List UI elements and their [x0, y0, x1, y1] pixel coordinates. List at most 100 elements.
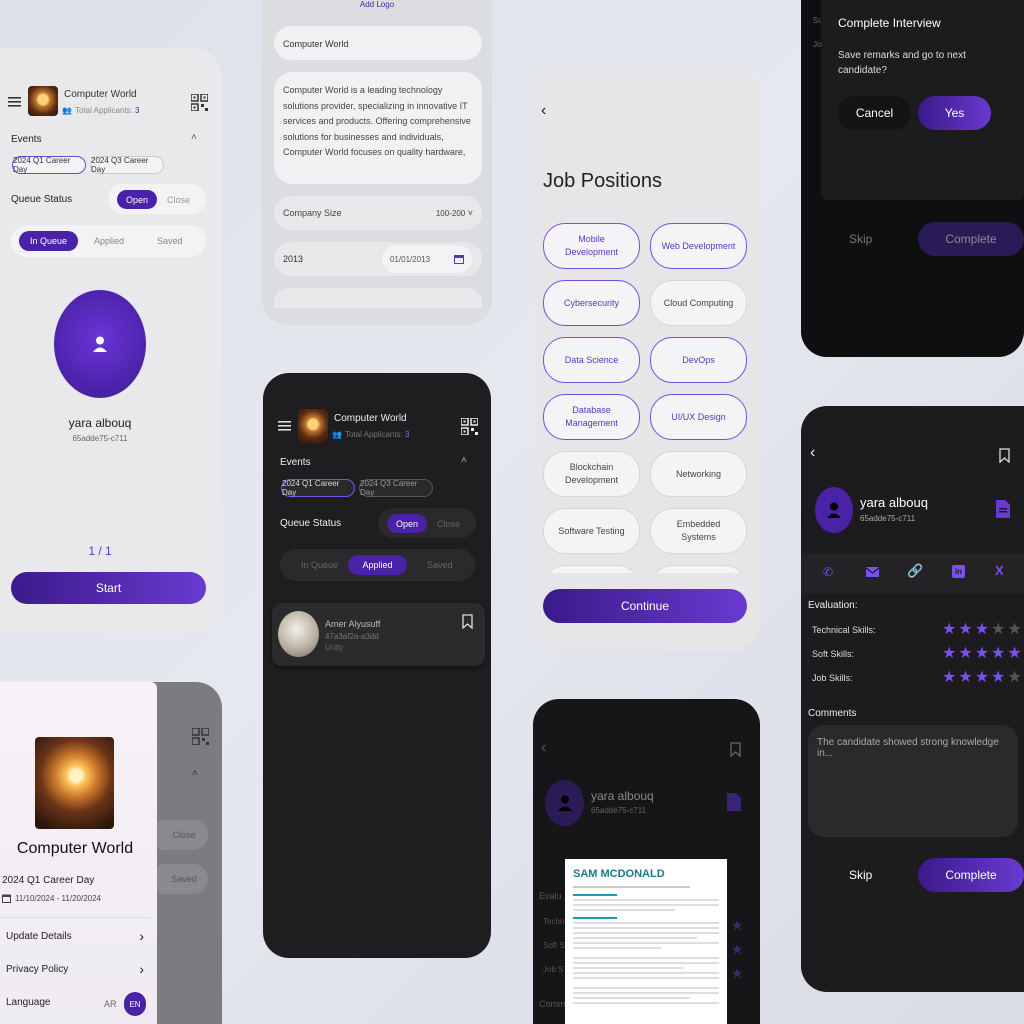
- company-size-select[interactable]: Company Size 100-200 ˅: [274, 196, 482, 230]
- qr-code-icon[interactable]: [191, 94, 208, 111]
- position-chip[interactable]: Web Development: [650, 223, 747, 269]
- bookmark-icon[interactable]: [999, 448, 1010, 463]
- menu-icon[interactable]: [278, 421, 291, 431]
- star-filled-icon[interactable]: ★: [958, 622, 972, 638]
- resume-file-icon[interactable]: [727, 793, 741, 811]
- position-chip[interactable]: Cloud Computing: [650, 280, 747, 326]
- linkedin-icon[interactable]: in: [952, 565, 965, 578]
- chevron-down-icon: ˅: [467, 208, 473, 218]
- applicants-count: 3: [405, 430, 410, 439]
- year-value: 2013: [283, 254, 304, 264]
- tab-in-queue[interactable]: In Queue: [301, 560, 338, 570]
- position-chip[interactable]: Database Management: [543, 394, 640, 440]
- star-empty-icon[interactable]: ★: [1007, 622, 1021, 638]
- star-empty-icon[interactable]: ★: [1007, 670, 1021, 686]
- bg-label: Job S: [543, 965, 564, 974]
- applicant-card[interactable]: Amer Alyusuff 47a3af2a-a3dd Unity: [272, 603, 485, 666]
- tab-applied[interactable]: Applied: [348, 555, 407, 575]
- star-filled-icon[interactable]: ★: [942, 646, 956, 662]
- candidate-id: 65adde75-c711: [72, 434, 128, 443]
- tab-saved[interactable]: Saved: [157, 236, 183, 246]
- skip-button[interactable]: Skip: [849, 868, 872, 882]
- candidate-id: 65adde75-c711: [860, 514, 916, 523]
- calendar-icon: [454, 255, 464, 264]
- position-chip[interactable]: DevOps: [650, 337, 747, 383]
- position-chip[interactable]: UI/UX Design: [650, 394, 747, 440]
- lang-ar-option[interactable]: AR: [104, 999, 117, 1009]
- bookmark-icon[interactable]: [730, 742, 741, 757]
- bookmark-icon[interactable]: [462, 614, 473, 629]
- star-filled-icon[interactable]: ★: [991, 670, 1005, 686]
- tab-in-queue[interactable]: In Queue: [19, 231, 78, 251]
- star-filled-icon[interactable]: ★: [975, 646, 989, 662]
- tab-saved[interactable]: Saved: [427, 560, 453, 570]
- company-name-field[interactable]: Computer World: [274, 26, 482, 60]
- date-picker[interactable]: 01/01/2013: [382, 245, 472, 273]
- bg-saved-tab: Saved: [150, 864, 208, 894]
- calendar-icon: [2, 894, 11, 903]
- star-filled-icon[interactable]: ★: [942, 622, 956, 638]
- company-name: Computer World: [64, 89, 137, 100]
- star-empty-icon[interactable]: ★: [991, 622, 1005, 638]
- event-chip-q1[interactable]: 2024 Q1 Career Day: [281, 479, 355, 497]
- star-rating[interactable]: ★ ★ ★ ★ ★: [942, 670, 1024, 686]
- skip-button[interactable]: Skip: [849, 232, 872, 246]
- continue-button[interactable]: Continue: [543, 589, 747, 623]
- star-rating[interactable]: ★ ★ ★ ★ ★: [942, 622, 1024, 638]
- position-chip[interactable]: Mobile Development: [543, 223, 640, 269]
- star-filled-icon[interactable]: ★: [958, 670, 972, 686]
- tab-applied[interactable]: Applied: [94, 236, 124, 246]
- chevron-up-icon[interactable]: ˄: [461, 455, 467, 466]
- menu-item-update-details[interactable]: Update Details ›: [6, 928, 144, 944]
- chevron-up-icon: ˄: [192, 768, 198, 779]
- start-button[interactable]: Start: [11, 572, 206, 604]
- queue-status-label: Queue Status: [11, 194, 73, 205]
- star-filled-icon[interactable]: ★: [991, 646, 1005, 662]
- complete-button[interactable]: Complete: [918, 858, 1024, 892]
- complete-button[interactable]: Complete: [918, 222, 1024, 256]
- open-toggle[interactable]: Open: [387, 514, 427, 533]
- position-chip[interactable]: Networking: [650, 451, 747, 497]
- star-rating[interactable]: ★ ★ ★ ★ ★: [942, 646, 1024, 662]
- description-field[interactable]: Computer World is a leading technology s…: [274, 72, 482, 184]
- link-icon[interactable]: 🔗: [907, 563, 923, 579]
- cancel-button[interactable]: Cancel: [838, 96, 911, 130]
- qr-code-icon[interactable]: [461, 418, 478, 435]
- event-chip-q1[interactable]: 2024 Q1 Career Day: [12, 156, 86, 174]
- applicant-name: Amer Alyusuff: [325, 619, 381, 629]
- open-toggle[interactable]: Open: [117, 190, 157, 209]
- back-arrow-icon[interactable]: ‹: [541, 739, 546, 757]
- position-chip-partial: [650, 565, 747, 573]
- star-filled-icon[interactable]: ★: [975, 670, 989, 686]
- position-chip[interactable]: Embedded Systems: [650, 508, 747, 554]
- phone-icon[interactable]: ✆: [823, 565, 833, 579]
- candidate-name: yara albouq: [591, 789, 654, 803]
- close-toggle[interactable]: Close: [437, 519, 460, 529]
- yes-button[interactable]: Yes: [918, 96, 991, 130]
- star-filled-icon[interactable]: ★: [975, 622, 989, 638]
- lang-en-option[interactable]: EN: [124, 992, 146, 1016]
- close-toggle[interactable]: Close: [167, 195, 190, 205]
- position-chip[interactable]: Data Science: [543, 337, 640, 383]
- menu-item-privacy-policy[interactable]: Privacy Policy ›: [6, 961, 144, 977]
- position-chip[interactable]: Cybersecurity: [543, 280, 640, 326]
- resume-preview-screen: ‹ yara albouq 65adde75-c711 Evalu Techn …: [533, 699, 760, 1024]
- star-filled-icon[interactable]: ★: [1007, 646, 1021, 662]
- qr-code-icon: [192, 728, 209, 745]
- chevron-up-icon[interactable]: ˄: [191, 132, 197, 143]
- x-twitter-icon[interactable]: X: [995, 563, 1004, 578]
- star-filled-icon[interactable]: ★: [942, 670, 956, 686]
- comments-label: Comments: [808, 708, 857, 719]
- star-filled-icon[interactable]: ★: [958, 646, 972, 662]
- comments-field[interactable]: The candidate showed strong knowledge in…: [808, 725, 1018, 837]
- back-arrow-icon[interactable]: ‹: [810, 444, 815, 462]
- position-chip[interactable]: Blockchain Development: [543, 451, 640, 497]
- add-logo-link[interactable]: Add Logo: [262, 0, 492, 9]
- event-chip-q3[interactable]: 2024 Q3 Career Day: [359, 479, 433, 497]
- event-chip-q3[interactable]: 2024 Q3 Career Day: [90, 156, 164, 174]
- position-chip[interactable]: Software Testing: [543, 508, 640, 554]
- back-arrow-icon[interactable]: ‹: [541, 102, 546, 120]
- email-icon[interactable]: [866, 567, 879, 577]
- menu-icon[interactable]: [8, 97, 21, 107]
- resume-file-icon[interactable]: [996, 500, 1010, 518]
